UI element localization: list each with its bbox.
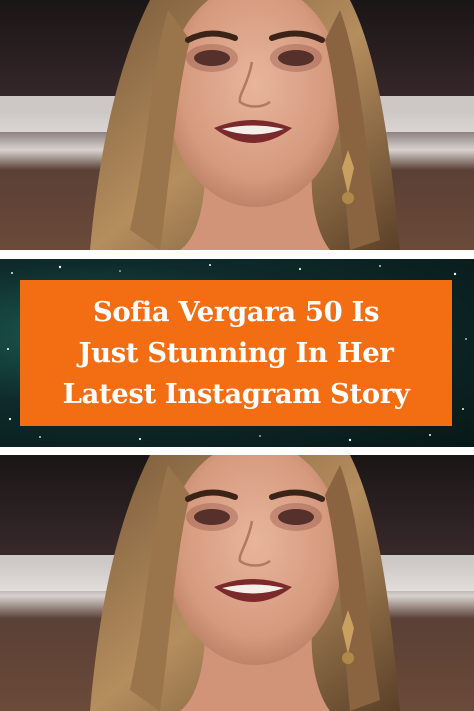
headline-line-2: Just Stunning In Her <box>78 336 394 369</box>
headline-line-3: Latest Instagram Story <box>62 377 410 410</box>
bottom-photo <box>0 455 474 711</box>
headline-box: Sofia Vergara 50 Is Just Stunning In Her… <box>20 280 452 426</box>
headline-line-1: Sofia Vergara 50 Is <box>92 295 380 328</box>
portrait-photo-top <box>0 0 474 250</box>
headline-text: Sofia Vergara 50 Is Just Stunning In Her… <box>59 292 414 415</box>
portrait-photo-bottom <box>0 455 474 711</box>
headline-banner: Sofia Vergara 50 Is Just Stunning In Her… <box>0 259 474 447</box>
top-photo <box>0 0 474 250</box>
